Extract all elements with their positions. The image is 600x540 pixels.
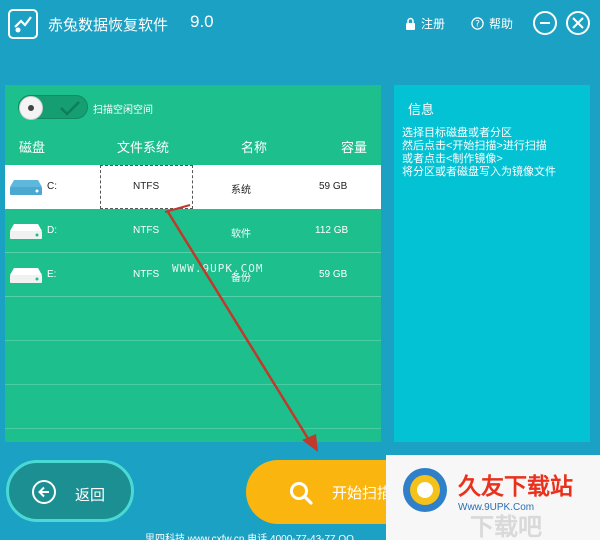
disk-letter: C: — [47, 181, 57, 192]
help-label: 帮助 — [489, 17, 514, 31]
filesystem: NTFS — [133, 181, 160, 192]
footer-contact-text: 思四科技 www.cxfw.cn 电话 4000-77-43-77 QQ — [145, 534, 354, 540]
disk-letter: D: — [47, 225, 57, 236]
close-button[interactable] — [566, 11, 590, 35]
info-title: 信息 — [408, 102, 435, 117]
check-icon — [60, 101, 80, 116]
search-icon — [290, 482, 313, 505]
filesystem: NTFS — [133, 225, 160, 236]
disk-row-e[interactable]: E: NTFS 备份 59 GB — [5, 253, 381, 297]
scan-free-space-toggle[interactable] — [18, 95, 88, 120]
info-line: 然后点击<开始扫描>进行扫描 — [402, 140, 547, 152]
title-bar: 赤兔数据恢复软件 9.0 注册 ? 帮助 — [0, 0, 600, 48]
watermark-corner-text: 下载吧 — [470, 514, 542, 540]
app-title: 赤兔数据恢复软件 — [48, 17, 169, 34]
minimize-button[interactable] — [533, 11, 557, 35]
disk-row-d[interactable]: D: NTFS 软件 112 GB — [5, 209, 381, 253]
watermark-badge: 久友下载站 Www.9UPK.Com 下载吧 — [386, 455, 600, 540]
hard-drive-icon — [10, 224, 42, 239]
empty-row — [5, 341, 381, 385]
svg-text:?: ? — [475, 20, 480, 30]
column-header-disk: 磁盘 — [19, 140, 46, 155]
empty-row — [5, 385, 381, 429]
info-panel: 信息 选择目标磁盘或者分区 然后点击<开始扫描>进行扫描 或者点击<制作镜像> … — [394, 85, 590, 442]
hard-drive-icon — [10, 268, 42, 283]
disk-letter: E: — [47, 269, 57, 280]
back-button[interactable]: 返回 — [6, 460, 134, 522]
capacity: 112 GB — [315, 225, 349, 236]
column-header-filesystem: 文件系统 — [117, 140, 170, 155]
info-line: 将分区或者磁盘写入为镜像文件 — [402, 166, 556, 178]
watermark-text: WWW.9UPK.COM — [172, 262, 264, 275]
start-scan-label: 开始扫描 — [332, 485, 393, 502]
disk-row-c[interactable]: C: NTFS 系统 59 GB — [5, 165, 381, 209]
empty-row — [5, 297, 381, 341]
lock-icon — [406, 17, 415, 30]
app-version: 9.0 — [190, 12, 214, 31]
help-icon: ? — [471, 17, 484, 30]
toggle-knob — [19, 96, 43, 120]
info-line: 选择目标磁盘或者分区 — [402, 127, 512, 139]
close-icon — [572, 17, 584, 29]
table-header: 磁盘 文件系统 名称 容量 — [5, 137, 381, 161]
arrow-left-icon — [32, 480, 56, 504]
volume-name: 软件 — [231, 229, 251, 240]
column-header-capacity: 容量 — [341, 140, 368, 155]
capacity: 59 GB — [319, 181, 348, 192]
app-logo-icon — [8, 9, 38, 39]
hard-drive-icon — [10, 180, 42, 195]
scan-free-space-label: 扫描空闲空间 — [93, 105, 153, 116]
register-label: 注册 — [421, 17, 446, 31]
capacity: 59 GB — [319, 269, 348, 280]
filesystem: NTFS — [133, 269, 160, 280]
info-line: 或者点击<制作镜像> — [402, 153, 503, 165]
site-logo-icon — [403, 468, 447, 512]
volume-name: 系统 — [231, 185, 251, 196]
help-link[interactable]: ? 帮助 — [471, 15, 513, 32]
column-header-name: 名称 — [241, 140, 268, 155]
watermark-badge-title: 久友下载站 — [458, 473, 573, 499]
info-text: 选择目标磁盘或者分区 然后点击<开始扫描>进行扫描 或者点击<制作镜像> 将分区… — [402, 127, 586, 179]
register-link[interactable]: 注册 — [405, 15, 445, 32]
back-label: 返回 — [75, 487, 106, 504]
